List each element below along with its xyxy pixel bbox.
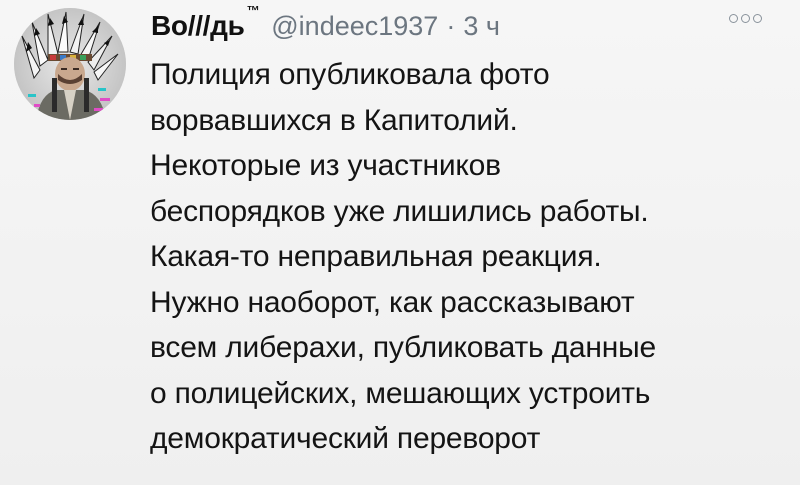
avatar[interactable] xyxy=(14,8,126,120)
tweet-text-line: Нужно наоборот, как рассказывают xyxy=(150,285,635,319)
tweet-text-line: Некоторые из участников xyxy=(150,149,501,182)
more-dot xyxy=(729,14,738,23)
tweet-header: Во///дь ™ @indeec1937 · 3 ч xyxy=(151,3,500,50)
display-name-text: Во///дь xyxy=(151,10,245,41)
tweet-text: Полиция опубликовала фото ворвавшихся в … xyxy=(150,52,780,462)
tweet-text-line: беспорядков уже лишились работы. xyxy=(150,194,649,228)
tweet-text-line: ворвавшихся в Капитолий. xyxy=(150,103,518,137)
more-dot xyxy=(741,14,750,23)
tweet-text-line: Полиция опубликовала фото xyxy=(150,58,550,91)
tweet-text-line: демократический переворот xyxy=(150,422,541,455)
tweet-card: Во///дь ™ @indeec1937 · 3 ч Полиция опубл… xyxy=(0,0,800,485)
display-name[interactable]: Во///дь ™ xyxy=(151,3,260,42)
avatar-image xyxy=(14,8,126,120)
more-options-icon[interactable] xyxy=(729,14,762,23)
tweet-text-line: Какая-то неправильная реакция. xyxy=(150,240,602,273)
tweet-text-line: всем либерахи, публиковать данные xyxy=(150,331,656,364)
timestamp[interactable]: 3 ч xyxy=(463,11,500,42)
tweet-text-line: о полицейских, мешающих устроить xyxy=(150,376,651,410)
separator-dot: · xyxy=(446,11,456,41)
more-dot xyxy=(753,14,762,23)
user-handle[interactable]: @indeec1937 xyxy=(271,11,438,42)
trademark-sign: ™ xyxy=(246,2,260,18)
